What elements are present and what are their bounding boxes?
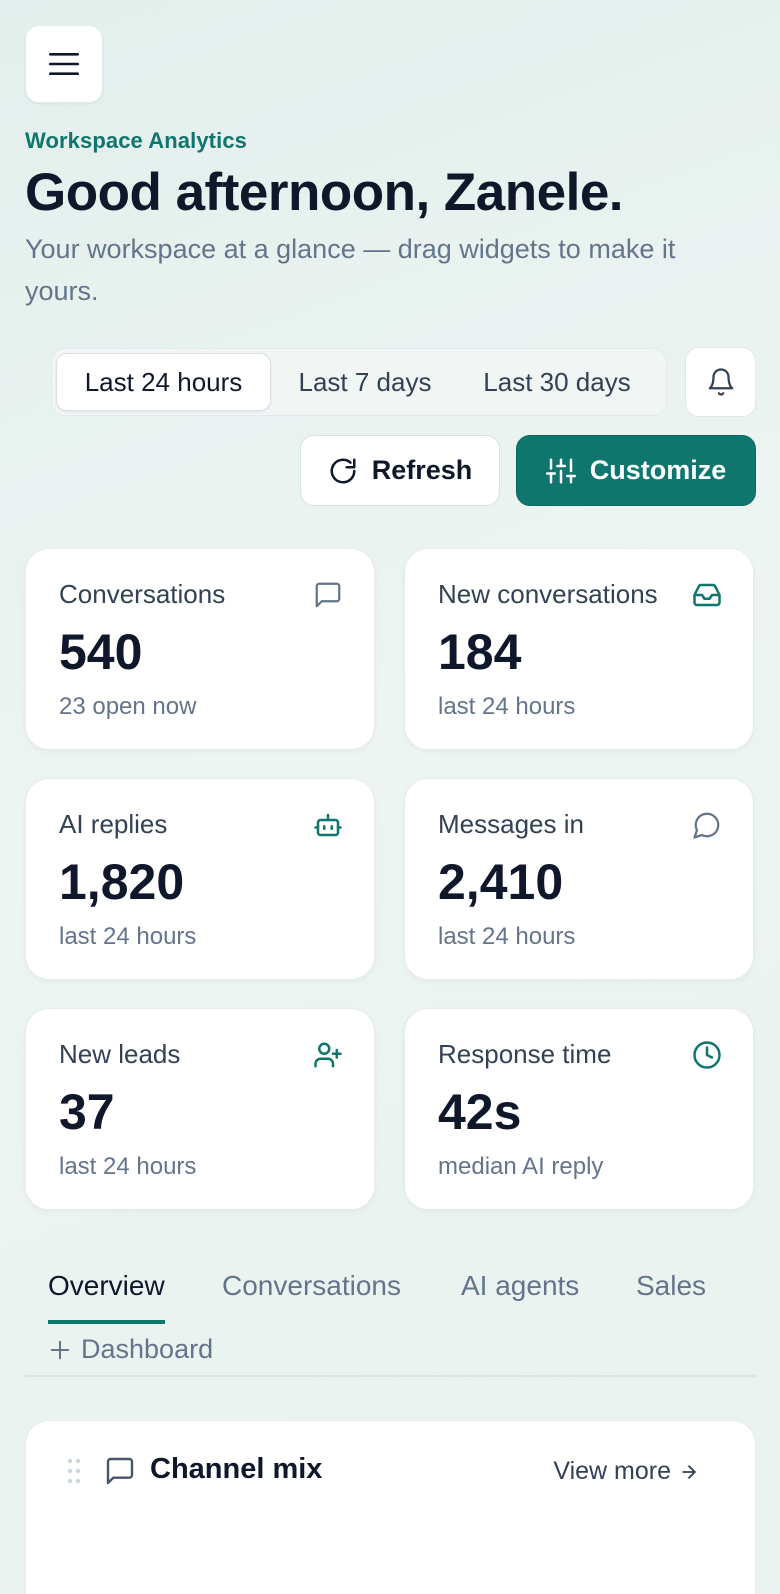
stat-card-new-leads[interactable]: New leads 37 last 24 hours — [25, 1008, 375, 1210]
widget-title: Channel mix — [150, 1453, 323, 1485]
stat-card-conversations[interactable]: Conversations 540 23 open now — [25, 548, 375, 750]
stat-subtext: last 24 hours — [59, 1153, 197, 1180]
bot-icon — [312, 809, 344, 841]
stat-label: Conversations — [59, 579, 226, 609]
stat-subtext: median AI reply — [438, 1153, 604, 1180]
notifications-button[interactable] — [685, 347, 756, 417]
view-more-link[interactable]: View more — [553, 1457, 699, 1486]
tab-sales[interactable]: Sales — [636, 1270, 706, 1320]
plus-icon — [50, 1340, 70, 1359]
view-more-label: View more — [553, 1457, 671, 1485]
clock-icon — [691, 1039, 723, 1071]
page-eyebrow: Workspace Analytics — [25, 128, 247, 153]
stat-label: New conversations — [438, 579, 658, 609]
stat-subtext: 23 open now — [59, 693, 197, 720]
stat-card-messages-in[interactable]: Messages in 2,410 last 24 hours — [404, 778, 754, 980]
stat-card-response-time[interactable]: Response time 42s median AI reply — [404, 1008, 754, 1210]
tab-conversations[interactable]: Conversations — [222, 1270, 401, 1320]
dashboard-tabs: Overview Conversations AI agents Sales D… — [25, 1262, 756, 1377]
sliders-icon — [545, 458, 576, 483]
message-circle-icon — [691, 809, 723, 841]
drag-handle-icon[interactable] — [66, 1457, 82, 1485]
arrow-right-icon — [682, 1464, 696, 1479]
stat-value: 2,410 — [438, 854, 564, 910]
user-plus-icon — [312, 1039, 344, 1071]
stat-value: 184 — [438, 624, 522, 680]
add-dashboard-button[interactable]: Dashboard — [49, 1334, 213, 1365]
hamburger-menu-icon — [49, 53, 79, 75]
range-option-30d[interactable]: Last 30 days — [459, 353, 655, 411]
message-square-icon — [106, 1457, 134, 1485]
page-subtitle: Your workspace at a glance — drag widget… — [25, 234, 676, 306]
tab-ai-agents[interactable]: AI agents — [461, 1270, 579, 1320]
range-option-7d[interactable]: Last 7 days — [271, 353, 459, 411]
refresh-label: Refresh — [371, 455, 473, 485]
time-range-selector: Last 24 hours Last 7 days Last 30 days — [51, 348, 667, 416]
refresh-button[interactable]: Refresh — [300, 435, 500, 506]
stat-label: Response time — [438, 1039, 612, 1069]
stat-value: 1,820 — [59, 854, 185, 910]
menu-button[interactable] — [25, 25, 103, 103]
customize-button[interactable]: Customize — [516, 435, 756, 506]
stat-label: AI replies — [59, 809, 168, 839]
stat-subtext: last 24 hours — [438, 693, 576, 720]
stat-label: New leads — [59, 1039, 181, 1069]
add-dashboard-label: Dashboard — [81, 1334, 214, 1364]
page-title: Good afternoon, Zanele. — [25, 163, 624, 222]
range-option-24h[interactable]: Last 24 hours — [56, 353, 271, 411]
message-square-icon — [312, 579, 344, 611]
inbox-icon — [691, 579, 723, 611]
bell-icon — [708, 368, 733, 396]
stat-value: 37 — [59, 1084, 115, 1140]
refresh-icon — [330, 458, 356, 483]
stat-value: 42s — [438, 1084, 522, 1140]
stat-value: 540 — [59, 624, 143, 680]
stat-label: Messages in — [438, 809, 584, 839]
stat-subtext: last 24 hours — [438, 923, 576, 950]
stat-card-ai-replies[interactable]: AI replies 1,820 last 24 hours — [25, 778, 375, 980]
customize-label: Customize — [589, 455, 727, 485]
stat-card-new-conversations[interactable]: New conversations 184 last 24 hours — [404, 548, 754, 750]
widget-channel-mix: Channel mix View more — [25, 1420, 756, 1594]
stat-subtext: last 24 hours — [59, 923, 197, 950]
tab-overview[interactable]: Overview — [48, 1270, 165, 1324]
